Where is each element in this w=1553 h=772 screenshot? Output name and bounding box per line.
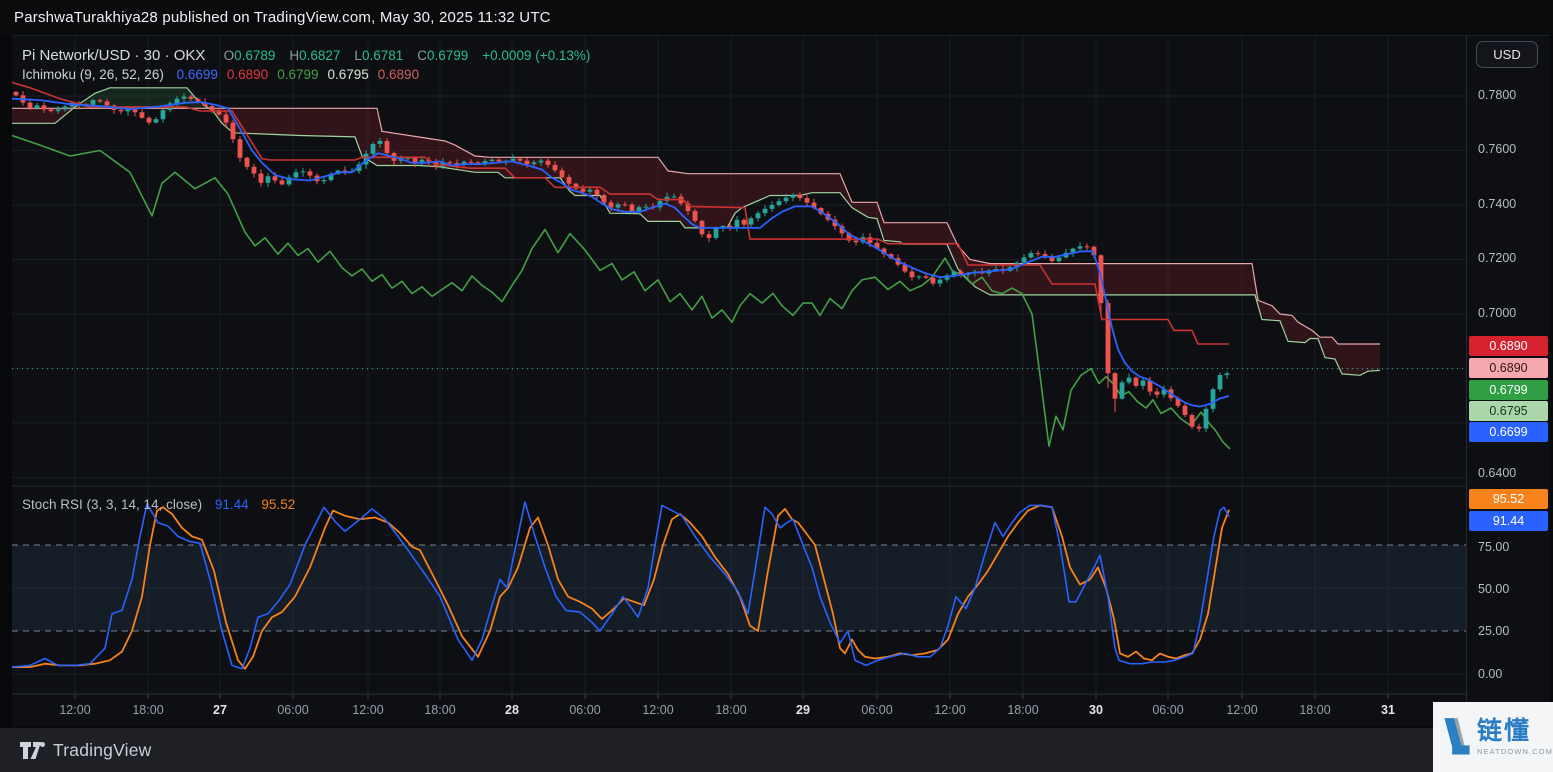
price-tick-label: 0.7000 [1478,306,1517,320]
watermark-title: 链懂 [1477,717,1532,745]
time-label-hour: 06:00 [861,703,893,717]
stoch-tick-label: 0.00 [1478,667,1503,681]
tradingview-logo[interactable]: TradingView [20,740,152,761]
time-label-hour: 18:00 [424,703,456,717]
stoch-band [12,545,1466,631]
time-label-hour: 18:00 [132,703,164,717]
time-label-day: 30 [1089,703,1103,717]
time-label-hour: 06:00 [569,703,601,717]
time-label-hour: 12:00 [59,703,91,717]
price-tick-label: 0.7400 [1478,197,1517,211]
ohlc-value: 0.6789 [234,48,276,63]
price-tick-label: 0.7800 [1478,88,1517,102]
price-tick-label: 0.7600 [1478,142,1517,156]
ichimoku-value: 0.6890 [226,67,269,82]
ichimoku-values: 0.6699 0.6890 0.6799 0.6795 0.6890 [168,67,419,82]
main-pane [12,81,1466,450]
stoch-k-value: 91.44 [214,497,249,512]
candlestick-series [13,91,1230,432]
time-label-hour: 06:00 [277,703,309,717]
stoch-tick-label: 25.00 [1478,624,1510,638]
time-label-hour: 12:00 [642,703,674,717]
last-price-label: 0.6799 [1469,380,1548,400]
ichimoku-value: 0.6699 [176,67,218,82]
kijun-price-label: 0.6890 [1469,336,1548,356]
currency-label: USD [1493,47,1521,62]
time-label-hour: 18:00 [1299,703,1331,717]
senkou-a-price-label: 0.6795 [1469,401,1548,421]
publisher-text: ParshwaTurakhiya28 published on TradingV… [14,9,551,26]
time-label-hour: 18:00 [715,703,747,717]
stoch-rsi-legend[interactable]: Stoch RSI (3, 3, 14, 14, close) 91.44 95… [22,497,295,512]
time-label-hour: 12:00 [352,703,384,717]
symbol-legend[interactable]: Pi Network/USD · 30 · OKX O0.6789 H0.6827… [22,47,590,64]
stoch-d-value: 95.52 [261,497,296,512]
time-label-day: 29 [796,703,810,717]
watermark-subtitle: NEATDOWN.COM [1477,747,1553,756]
symbol-title: Pi Network/USD · 30 · OKX [22,47,206,64]
price-tick-label: 0.7200 [1478,251,1517,265]
neatdown-logo-icon [1444,718,1470,755]
ohlc-value: 0.6827 [299,48,341,63]
ichimoku-value: 0.6795 [327,67,369,82]
tradingview-snapshot: ParshwaTurakhiya28 published on TradingV… [0,0,1553,772]
tradingview-logo-icon [20,741,45,759]
currency-toggle-button[interactable]: USD [1476,41,1538,68]
change-value: +0.0009 (+0.13%) [482,48,591,63]
time-axis[interactable]: 12:00 18:00 27 06:00 12:00 18:00 28 06:00 12:00 1… [12,695,1466,727]
senkou-span-a-line [12,87,1381,376]
ohlc-letter: H [289,48,300,63]
ichimoku-value: 0.6890 [377,67,420,82]
stoch-rsi-pane [12,501,1466,670]
ohlc-letter: C [417,48,427,63]
ichimoku-cloud [12,87,1380,376]
tenkan-sen-line [12,97,1230,408]
tenkan-price-label: 0.6699 [1469,422,1548,442]
ohlc-value: 0.6799 [426,48,469,63]
time-label-day: 28 [505,703,519,717]
time-label-hour: 06:00 [1152,703,1184,717]
ichimoku-name: Ichimoku (9, 26, 52, 26) [22,67,164,82]
price-chart-canvas[interactable] [0,0,1553,772]
publisher-bar: ParshwaTurakhiya28 published on TradingV… [0,0,1553,35]
stoch-k-label: 91.44 [1469,511,1548,531]
stoch-rsi-name: Stoch RSI (3, 3, 14, 14, close) [22,497,203,512]
footer-bar: TradingView [0,728,1553,772]
ohlc-letter: L [354,48,362,63]
ichimoku-legend[interactable]: Ichimoku (9, 26, 52, 26) 0.6699 0.6890 0.6… [22,67,419,82]
ohlc-value: 0.6781 [361,48,404,63]
stoch-tick-label: 50.00 [1478,582,1510,596]
time-label-hour: 18:00 [1007,703,1039,717]
ichimoku-value: 0.6799 [277,67,319,82]
time-label-hour: 12:00 [1226,703,1258,717]
stoch-d-label: 95.52 [1469,489,1548,509]
time-label-hour: 12:00 [934,703,966,717]
time-label-day: 27 [213,703,227,717]
ohlc-values: O0.6789 H0.6827 L0.6781 C0.6799 +0.0009 (+0.… [210,47,591,64]
price-tick-label: 0.6400 [1478,466,1517,480]
time-label-day: 31 [1381,703,1395,717]
senkou-b-price-label: 0.6890 [1469,358,1548,378]
neatdown-watermark: 链懂 NEATDOWN.COM [1433,702,1553,772]
tradingview-brand-text: TradingView [53,739,152,760]
ohlc-letter: O [223,48,235,63]
stoch-tick-label: 75.00 [1478,540,1510,554]
